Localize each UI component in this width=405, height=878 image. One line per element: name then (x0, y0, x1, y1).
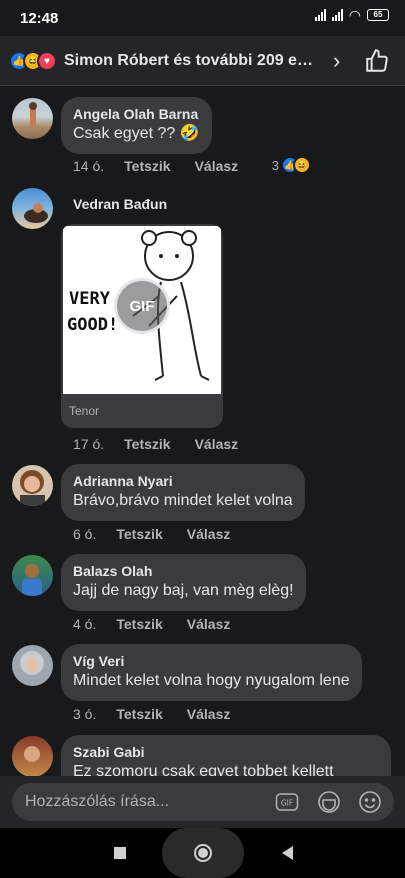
system-nav-bar (0, 828, 405, 878)
haha-icon: 😆 (293, 156, 311, 174)
gif-image[interactable]: VERY GOOD! GIF (63, 226, 221, 394)
reaction-icons: 👍 😆 ♥ (9, 51, 57, 71)
gif-caption: GOOD! (67, 315, 118, 335)
comment-time: 14 ó. (73, 158, 105, 174)
gif-source: Tenor (69, 404, 100, 418)
comment-bubble[interactable]: Víg Veri Mindet kelet volna hogy nyugalo… (61, 644, 362, 701)
comment-text: Mindet kelet volna hogy nyugalom lene (73, 672, 350, 689)
comment-input[interactable]: Hozzászólás írása... GIF (12, 783, 394, 821)
comment-author[interactable]: Balazs Olah (73, 562, 294, 580)
sticker-icon[interactable] (317, 790, 341, 814)
comment-bubble[interactable]: Angela Olah Barna Csak egyet ?? 🤣 (61, 97, 212, 154)
comment-author[interactable]: Angela Olah Barna (73, 105, 200, 123)
recents-button[interactable] (114, 847, 126, 859)
gif-label: GIF (129, 297, 155, 315)
svg-text:GIF: GIF (281, 799, 293, 808)
comment-time: 17 ó. (73, 436, 105, 452)
avatar[interactable] (12, 188, 53, 229)
back-button[interactable] (282, 846, 293, 860)
battery-icon: 65 (367, 9, 389, 21)
reactions-title[interactable]: Simon Róbert és további 209 em… (64, 52, 320, 70)
like-link[interactable]: Tetszik (116, 616, 162, 632)
comment-text: Jajj de nagy baj, van mèg elèg! (73, 582, 294, 599)
comment-author[interactable]: Szabi Gabi (73, 743, 379, 761)
avatar[interactable] (12, 555, 53, 596)
comment-feed[interactable]: Angela Olah Barna Csak egyet ?? 🤣 14 ó. … (0, 86, 405, 776)
gif-attachment[interactable]: VERY GOOD! GIF Tenor (61, 224, 223, 428)
love-icon: ♥ (37, 51, 57, 71)
comment-bubble[interactable]: Adrianna Nyari Brávo,brávo mindet kelet … (61, 464, 305, 521)
comment-composer: Hozzászólás írása... GIF (0, 776, 405, 828)
like-button-icon[interactable] (364, 48, 390, 74)
comment-actions: 3 ó. Tetszik Válasz (73, 706, 254, 722)
chevron-right-icon[interactable]: › (333, 48, 340, 74)
reply-link[interactable]: Válasz (195, 158, 239, 174)
comment-actions: 17 ó. Tetszik Válasz (73, 436, 262, 452)
avatar[interactable] (12, 645, 53, 686)
gif-play-button[interactable]: GIF (114, 278, 170, 334)
status-time: 12:48 (20, 10, 59, 27)
comment-text: Ez szomoru csak egyet tobbet kellett (73, 763, 334, 776)
comment-author[interactable]: Vedran Bađun (73, 196, 167, 212)
comment-text: Csak egyet ?? 🤣 (73, 125, 200, 142)
avatar[interactable] (12, 98, 53, 139)
avatar[interactable] (12, 736, 53, 776)
home-button[interactable] (162, 828, 244, 878)
home-dot-icon (198, 848, 208, 858)
status-icons: ◠ 65 (314, 7, 389, 23)
status-bar: 12:48 ◠ 65 (0, 0, 405, 36)
reply-link[interactable]: Válasz (187, 616, 231, 632)
comment-time: 6 ó. (73, 526, 97, 542)
reply-link[interactable]: Válasz (187, 706, 231, 722)
gif-caption: VERY (69, 289, 111, 309)
comment-time: 3 ó. (73, 706, 97, 722)
comment-bubble[interactable]: Balazs Olah Jajj de nagy baj, van mèg el… (61, 554, 306, 611)
comment-author[interactable]: Adrianna Nyari (73, 472, 293, 490)
comment-bubble[interactable]: Szabi Gabi Ez szomoru csak egyet tobbet … (61, 735, 391, 776)
gif-icon[interactable]: GIF (275, 790, 299, 814)
comment-actions: 4 ó. Tetszik Válasz (73, 616, 254, 632)
comment-time: 4 ó. (73, 616, 97, 632)
signal-icon (314, 9, 326, 21)
signal-2-icon (331, 9, 343, 21)
avatar[interactable] (12, 465, 53, 506)
reaction-count[interactable]: 3 👍 😆 (271, 156, 311, 174)
emoji-icon[interactable] (358, 790, 382, 814)
like-link[interactable]: Tetszik (124, 436, 170, 452)
comment-text: Brávo,brávo mindet kelet volna (73, 492, 293, 509)
reactions-header[interactable]: 👍 😆 ♥ Simon Róbert és további 209 em… › (0, 36, 405, 86)
like-link[interactable]: Tetszik (116, 706, 162, 722)
wifi-icon: ◠ (348, 7, 361, 23)
reply-link[interactable]: Válasz (195, 436, 239, 452)
reaction-count-number: 3 (271, 157, 279, 173)
battery-level: 65 (373, 10, 383, 19)
reply-link[interactable]: Válasz (187, 526, 231, 542)
comment-actions: 14 ó. Tetszik Válasz (73, 158, 262, 174)
comment-actions: 6 ó. Tetszik Válasz (73, 526, 254, 542)
comment-input-placeholder: Hozzászólás írása... (25, 793, 170, 810)
comment-author[interactable]: Víg Veri (73, 652, 350, 670)
like-link[interactable]: Tetszik (124, 158, 170, 174)
like-link[interactable]: Tetszik (116, 526, 162, 542)
